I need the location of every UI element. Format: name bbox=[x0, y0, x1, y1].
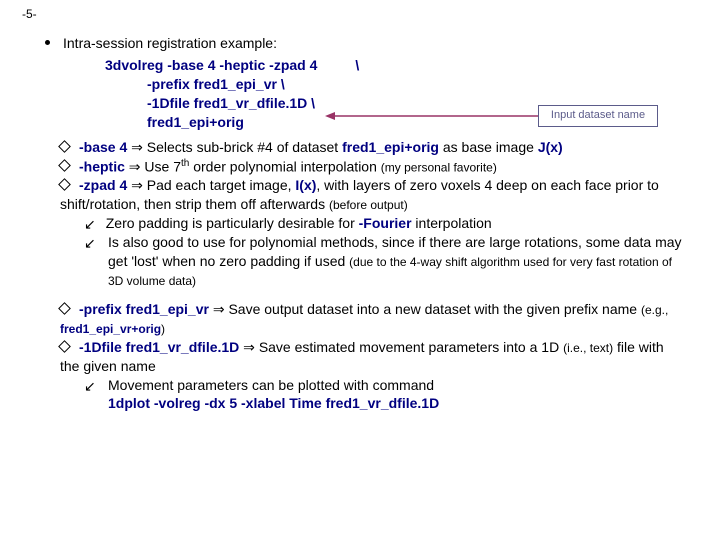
sub-arrow-icon: ↙ bbox=[84, 234, 96, 253]
bullet-heptic: -heptic ⇒ Use 7th order polynomial inter… bbox=[60, 157, 682, 177]
code-line-3: -1Dfile fred1_vr_dfile.1D \ bbox=[105, 94, 359, 113]
callout-arrow-icon bbox=[325, 112, 538, 120]
bullets-group-1: -base 4 ⇒ Selects sub-brick #4 of datase… bbox=[60, 138, 682, 290]
bullet-zpad: -zpad 4 ⇒ Pad each target image, I(x), w… bbox=[60, 176, 682, 214]
sub-arrow-icon: ↙ bbox=[84, 215, 96, 234]
callout-label: Input dataset name bbox=[538, 105, 658, 127]
sub-bullet-zeropad-fourier: ↙Zero padding is particularly desirable … bbox=[60, 214, 682, 233]
diamond-icon bbox=[58, 340, 71, 353]
sub-arrow-icon: ↙ bbox=[84, 377, 96, 396]
bullet-prefix: -prefix fred1_epi_vr ⇒ Save output datas… bbox=[60, 300, 682, 338]
title-text: Intra-session registration example: bbox=[63, 35, 277, 51]
code-line-4: fred1_epi+orig bbox=[105, 113, 359, 132]
code-block: 3dvolreg -base 4 -heptic -zpad 4\ -prefi… bbox=[105, 56, 359, 132]
sub-bullet-plot: ↙ Movement parameters can be plotted wit… bbox=[60, 376, 682, 414]
title-bullet: Intra-session registration example: bbox=[45, 34, 685, 53]
diamond-icon bbox=[58, 140, 71, 153]
code-line-1: 3dvolreg -base 4 -heptic -zpad 4\ bbox=[105, 56, 359, 75]
code-line-2: -prefix fred1_epi_vr \ bbox=[105, 75, 359, 94]
diamond-icon bbox=[58, 159, 71, 172]
diamond-icon bbox=[58, 178, 71, 191]
slide-page: -5- Intra-session registration example: … bbox=[0, 0, 720, 540]
sub-bullet-zeropad-poly: ↙ Is also good to use for polynomial met… bbox=[60, 233, 682, 290]
bullet-base4: -base 4 ⇒ Selects sub-brick #4 of datase… bbox=[60, 138, 682, 157]
bullet-1dfile: -1Dfile fred1_vr_dfile.1D ⇒ Save estimat… bbox=[60, 338, 682, 376]
page-number: -5- bbox=[22, 6, 37, 22]
diamond-icon bbox=[58, 302, 71, 315]
bullet-dot-icon bbox=[45, 40, 50, 45]
bullets-group-2: -prefix fred1_epi_vr ⇒ Save output datas… bbox=[60, 300, 682, 413]
